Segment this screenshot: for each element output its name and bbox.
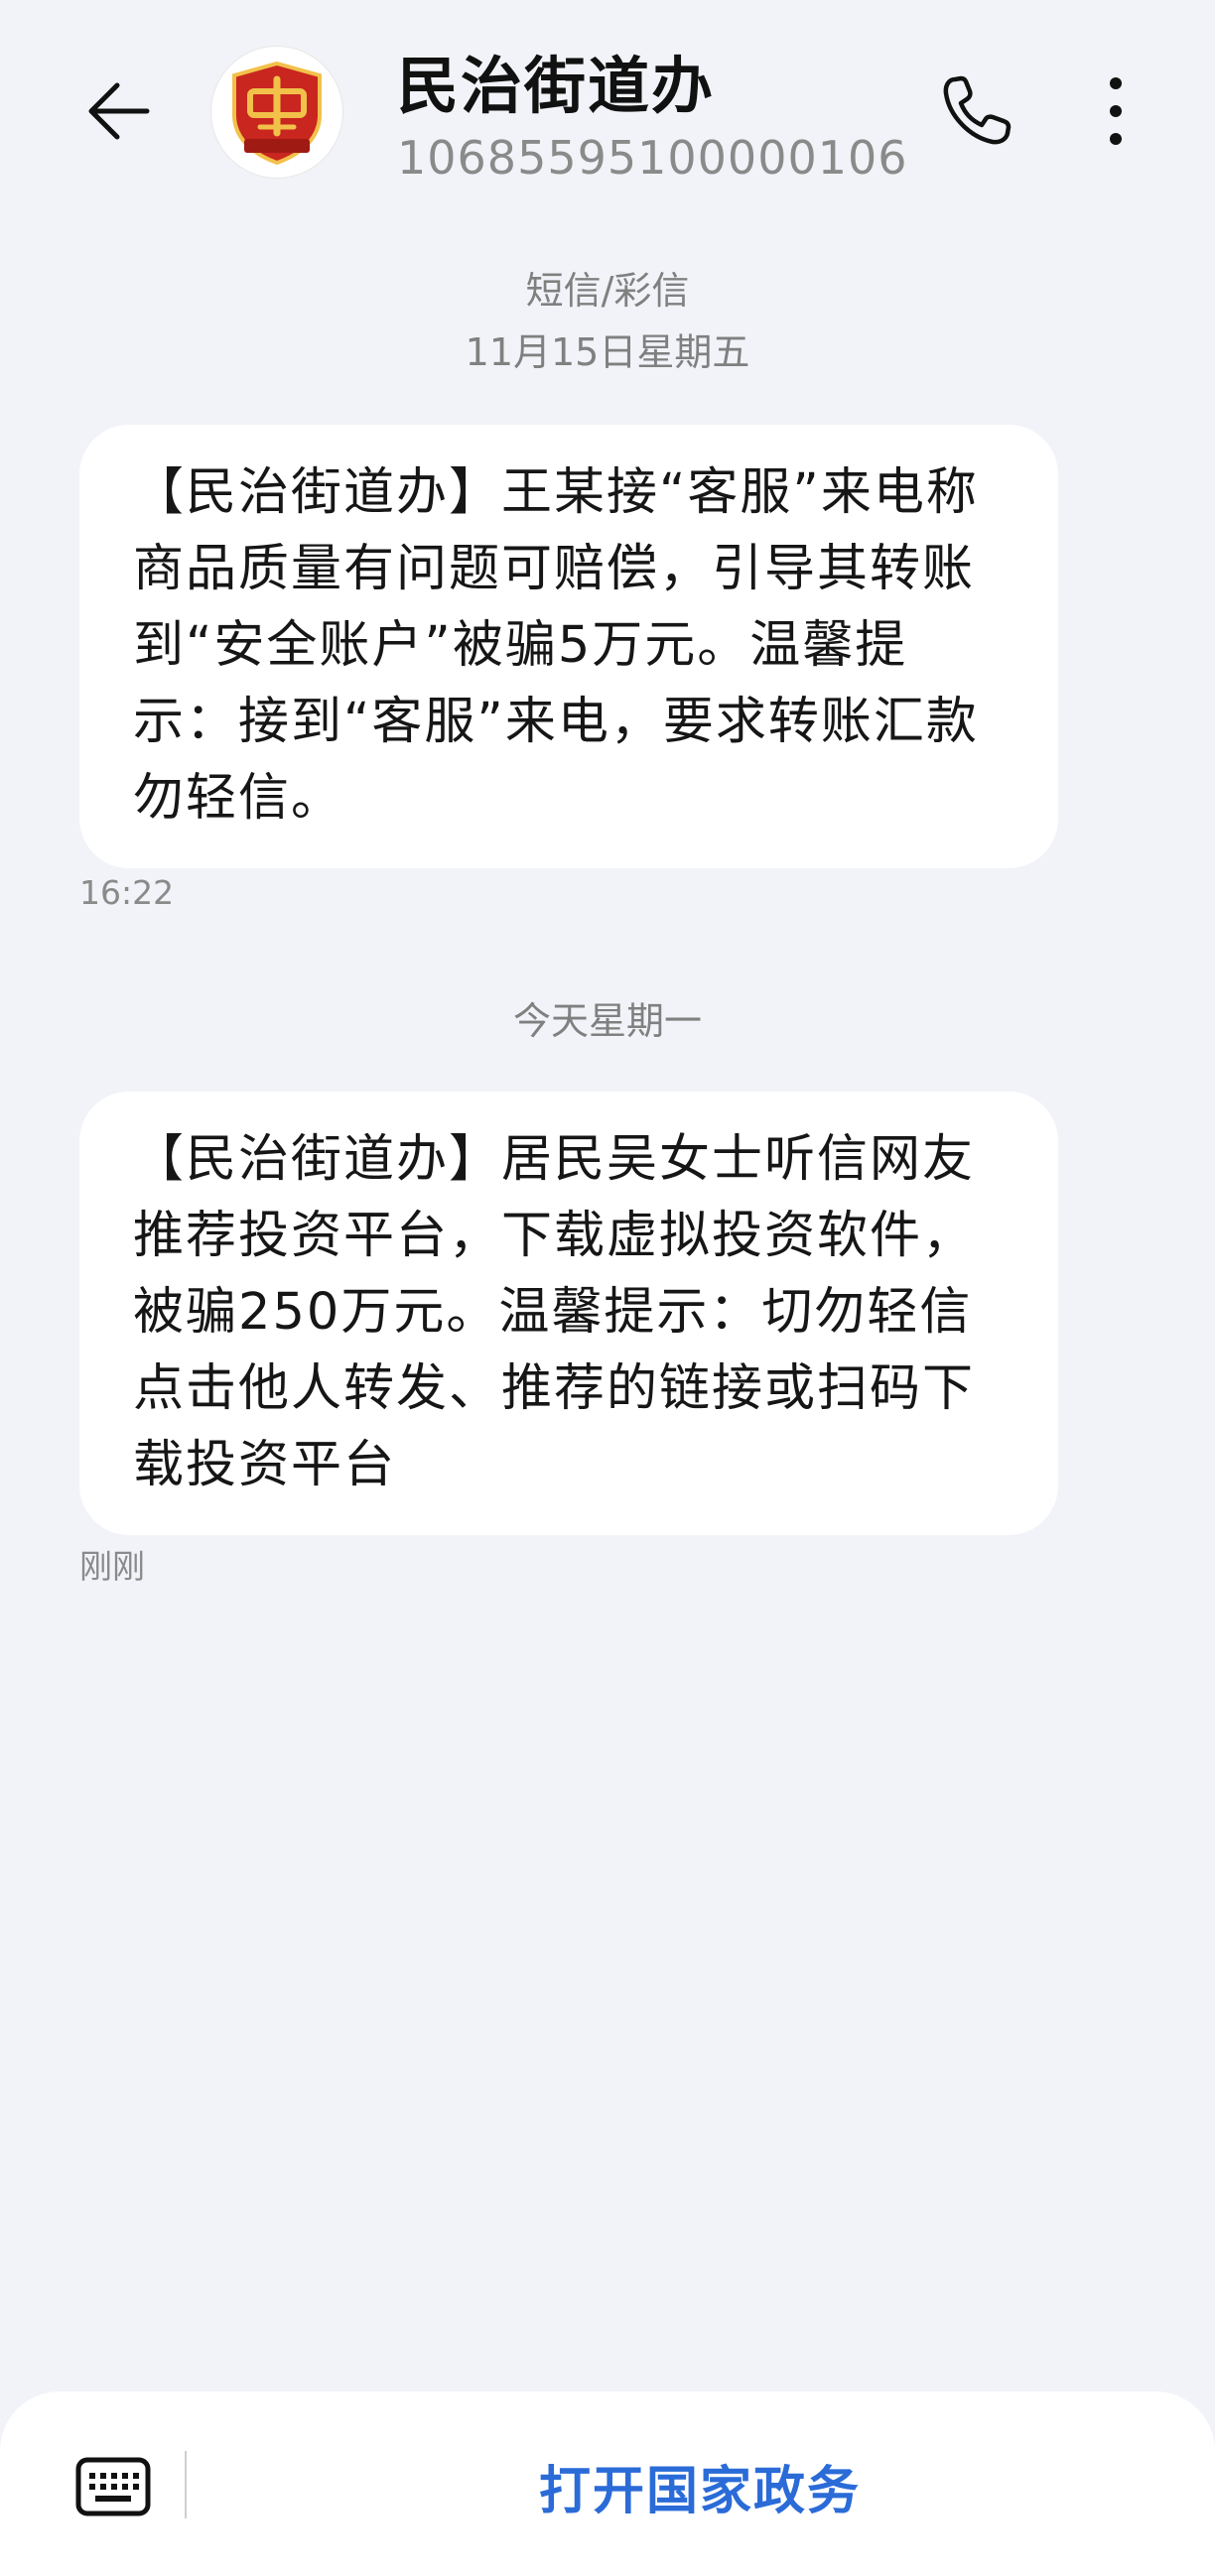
- open-gov-services-button[interactable]: 打开国家政务: [199, 2441, 1201, 2530]
- contact-name: 民治街道办: [397, 50, 716, 122]
- conversation-header: 民治街道办 10685595100000106: [0, 0, 1215, 218]
- keyboard-button[interactable]: [71, 2445, 155, 2528]
- call-button[interactable]: [927, 62, 1026, 161]
- message-text: 【民治街道办】居民吴女士听信网友推荐投资平台，下载虚拟投资软件，被骗250万元。…: [133, 1130, 976, 1494]
- back-button[interactable]: [69, 62, 169, 161]
- government-emblem-icon: [232, 61, 322, 166]
- date-separator: 11月15日星期五: [465, 330, 750, 374]
- channel-label: 短信/彩信: [525, 269, 690, 313]
- arrow-left-icon: [88, 82, 150, 140]
- message-text: 【民治街道办】王某接“客服”来电称商品质量有问题可赔偿，引导其转账到“安全账户”…: [133, 463, 979, 828]
- message-time: 刚刚: [79, 1547, 145, 1586]
- avatar[interactable]: [210, 46, 343, 179]
- message-time: 16:22: [79, 873, 175, 912]
- keyboard-icon: [75, 2457, 151, 2516]
- bottom-action-bar: 打开国家政务: [0, 2391, 1215, 2576]
- contact-number: 10685595100000106: [397, 131, 908, 185]
- phone-icon: [943, 75, 1012, 145]
- message-bubble[interactable]: 【民治街道办】居民吴女士听信网友推荐投资平台，下载虚拟投资软件，被骗250万元。…: [79, 1092, 1058, 1535]
- message-bubble[interactable]: 【民治街道办】王某接“客服”来电称商品质量有问题可赔偿，引导其转账到“安全账户”…: [79, 425, 1058, 868]
- more-vertical-icon: [1110, 77, 1122, 145]
- more-options-button[interactable]: [1066, 62, 1165, 161]
- divider: [185, 2451, 187, 2518]
- date-separator: 今天星期一: [512, 999, 702, 1043]
